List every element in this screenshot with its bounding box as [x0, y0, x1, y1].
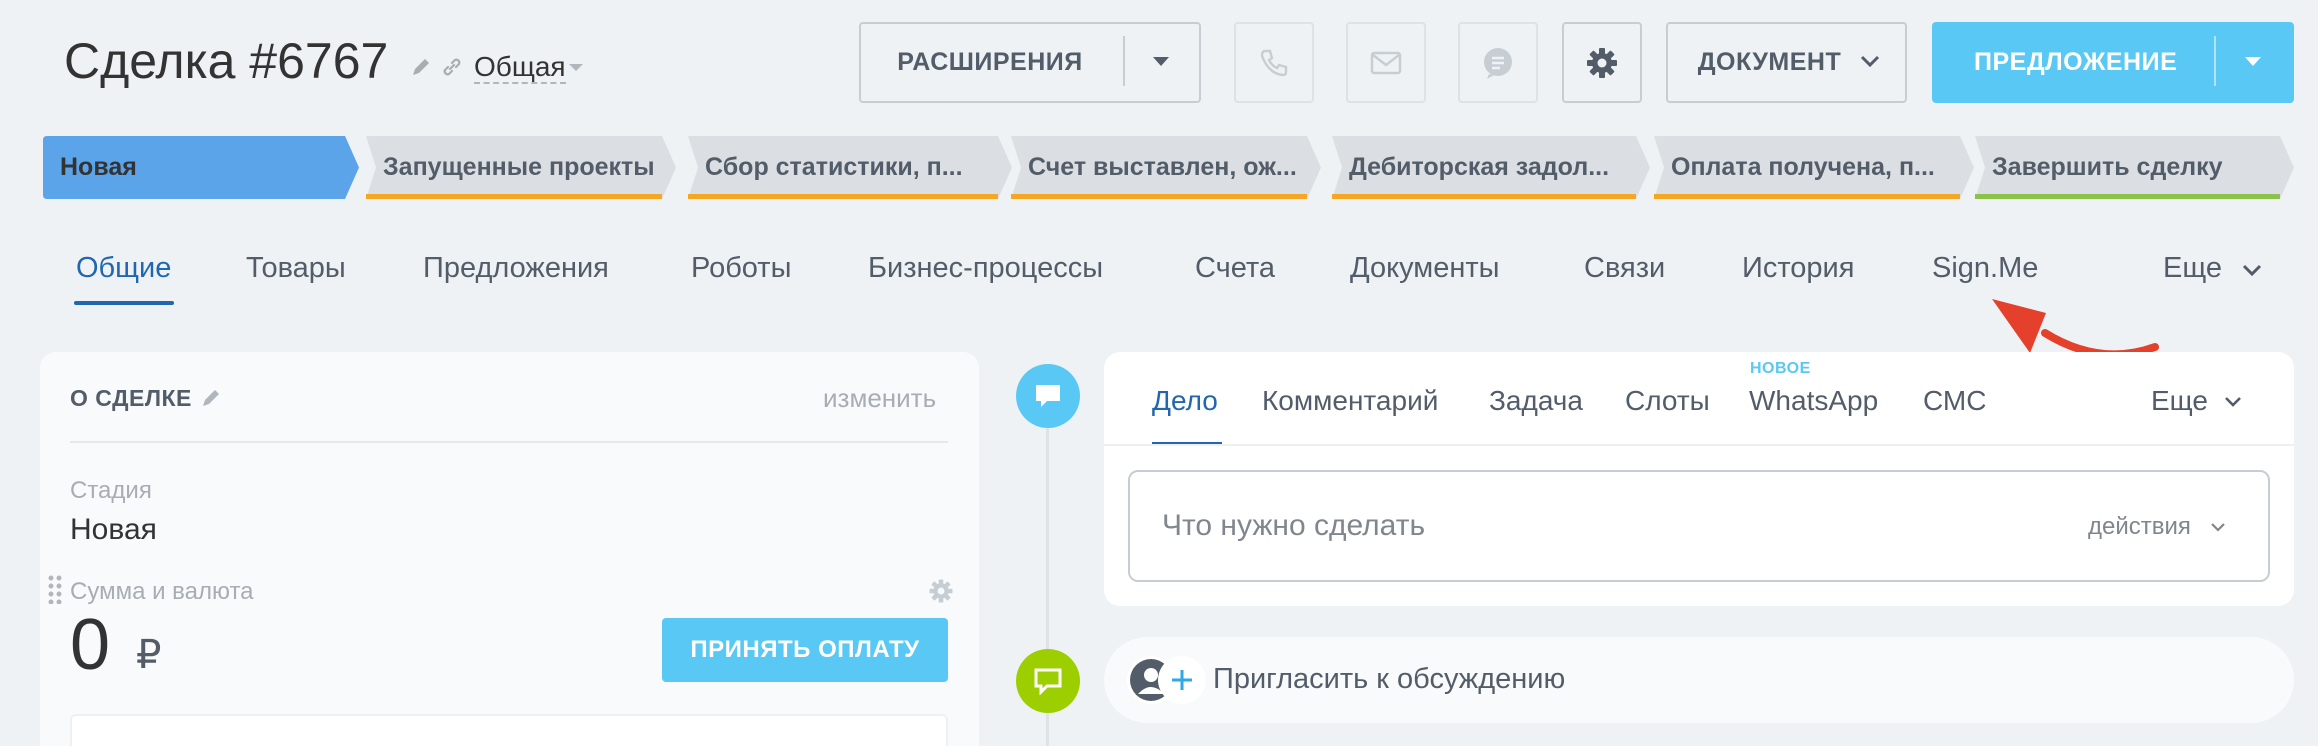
gear-icon[interactable] — [928, 578, 954, 604]
add-participant-button[interactable] — [1158, 656, 1206, 704]
offer-button[interactable]: ПРЕДЛОЖЕНИЕ — [1932, 22, 2294, 103]
drag-handle-icon[interactable] — [48, 574, 62, 604]
edit-link[interactable]: изменить — [823, 383, 936, 414]
activity-tab-3[interactable]: Задача — [1489, 385, 1583, 417]
timeline-marker — [1016, 649, 1080, 713]
split-divider — [2214, 36, 2216, 86]
tab-3[interactable]: Предложения — [423, 252, 609, 285]
chevron-down-icon[interactable] — [2242, 264, 2262, 276]
chevron-down-icon[interactable] — [2210, 522, 2226, 532]
stage-label: Дебиторская задол... — [1349, 153, 1610, 181]
comment-icon — [1036, 385, 1060, 407]
chevron-down-icon — [1860, 55, 1880, 67]
tab-11[interactable]: Еще — [2163, 252, 2222, 285]
stage-label: Завершить сделку — [1992, 153, 2223, 181]
activity-tab-1[interactable]: Дело — [1152, 385, 1218, 417]
settings-button[interactable] — [1562, 22, 1642, 103]
mail-icon — [1370, 51, 1402, 74]
phone-icon — [1260, 49, 1288, 76]
stage-1[interactable]: Новая — [43, 136, 359, 199]
edit-pencil-icon[interactable] — [200, 387, 222, 409]
tab-7[interactable]: Документы — [1350, 252, 1500, 285]
inner-card — [70, 714, 948, 746]
field-value-sum[interactable]: 0 — [70, 604, 110, 686]
actions-dropdown[interactable]: действия — [2088, 513, 2191, 541]
tab-2[interactable]: Товары — [246, 252, 346, 285]
chat-bubble-icon — [1034, 668, 1062, 695]
tab-6[interactable]: Счета — [1195, 252, 1275, 285]
card-title: О СДЕЛКЕ — [70, 385, 192, 411]
invite-label[interactable]: Пригласить к обсуждению — [1213, 663, 1565, 696]
stage-7[interactable]: Завершить сделку — [1975, 136, 2294, 199]
divider — [70, 441, 948, 443]
stage-label: Оплата получена, п... — [1671, 153, 1935, 181]
messenger-button[interactable] — [1458, 22, 1538, 103]
tab-9[interactable]: История — [1742, 252, 1854, 285]
dropdown-caret-icon[interactable] — [1152, 56, 1170, 67]
extensions-button[interactable]: РАСШИРЕНИЯ — [859, 22, 1201, 103]
field-label-stage: Стадия — [70, 477, 152, 504]
stage-2[interactable]: Запущенные проекты — [366, 136, 676, 199]
tab-1[interactable]: Общие — [76, 252, 171, 285]
edit-pencil-icon[interactable] — [410, 56, 432, 78]
activity-tab-2[interactable]: Комментарий — [1262, 385, 1438, 417]
chevron-down-icon[interactable] — [2224, 396, 2242, 407]
stage-3[interactable]: Сбор статистики, п... — [688, 136, 1012, 199]
dropdown-caret-icon[interactable] — [2244, 56, 2262, 67]
field-label-sum: Сумма и валюта — [70, 578, 254, 605]
stage-label: Новая — [60, 153, 137, 181]
split-divider — [1123, 36, 1125, 86]
activity-tab-5[interactable]: WhatsApp — [1749, 385, 1878, 417]
new-badge: НОВОЕ — [1750, 360, 1811, 377]
timeline-marker — [1016, 364, 1080, 428]
link-icon[interactable] — [440, 55, 464, 79]
chat-icon — [1484, 47, 1512, 79]
accept-payment-button[interactable]: ПРИНЯТЬ ОПЛАТУ — [662, 618, 948, 682]
stage-label: Сбор статистики, п... — [705, 153, 963, 181]
currency-symbol: ₽ — [136, 633, 162, 677]
activity-tab-6[interactable]: СМС — [1923, 385, 1986, 417]
call-button[interactable] — [1234, 22, 1314, 103]
chevron-down-icon[interactable] — [568, 63, 584, 73]
stage-4[interactable]: Счет выставлен, ож... — [1011, 136, 1321, 199]
active-tab-indicator — [74, 301, 174, 305]
stage-5[interactable]: Дебиторская задол... — [1332, 136, 1650, 199]
tab-10[interactable]: Sign.Me — [1932, 252, 2038, 285]
deal-category[interactable]: Общая — [474, 52, 566, 84]
tab-5[interactable]: Бизнес-процессы — [868, 252, 1103, 285]
plus-icon — [1172, 670, 1192, 690]
stage-label: Запущенные проекты — [383, 153, 655, 181]
stage-label: Счет выставлен, ож... — [1028, 153, 1297, 181]
page-title: Сделка #6767 — [64, 33, 389, 89]
activity-tab-4[interactable]: Слоты — [1625, 385, 1710, 417]
gear-icon — [1587, 47, 1617, 78]
activity-tab-7[interactable]: Еще — [2151, 385, 2208, 417]
field-value-stage[interactable]: Новая — [70, 513, 157, 547]
tab-8[interactable]: Связи — [1584, 252, 1665, 285]
email-button[interactable] — [1346, 22, 1426, 103]
tab-4[interactable]: Роботы — [691, 252, 791, 285]
divider — [1104, 444, 2294, 446]
stage-6[interactable]: Оплата получена, п... — [1654, 136, 1974, 199]
